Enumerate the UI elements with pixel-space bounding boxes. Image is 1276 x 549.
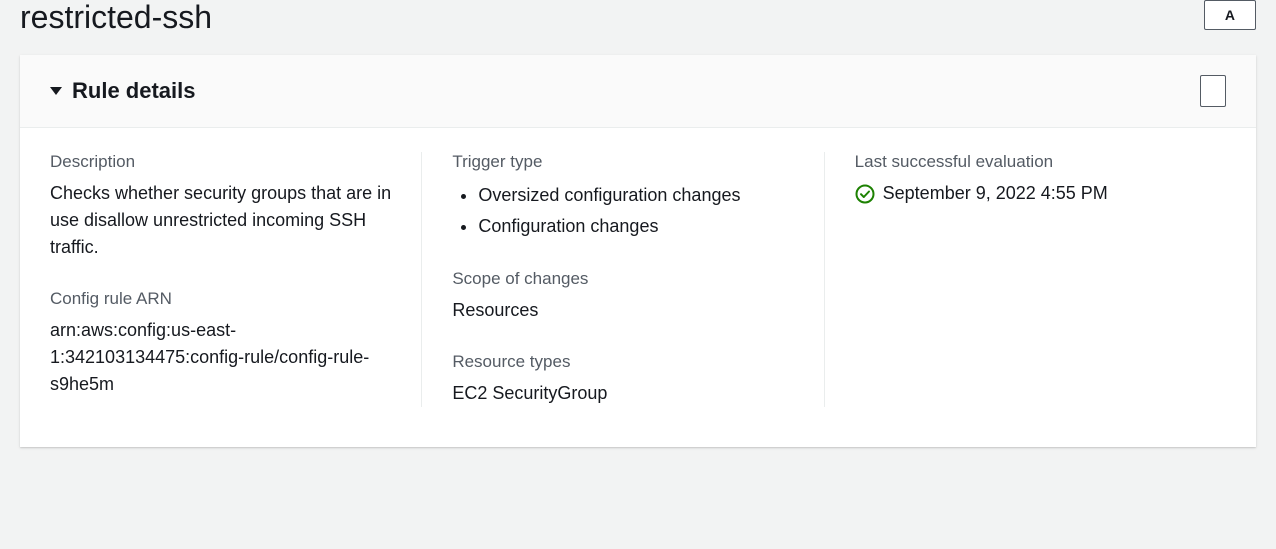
list-item: Configuration changes xyxy=(478,211,793,242)
arn-label: Config rule ARN xyxy=(50,289,391,309)
column-right: Last successful evaluation September 9, … xyxy=(825,152,1226,407)
last-eval-value: September 9, 2022 4:55 PM xyxy=(883,180,1108,207)
success-check-icon xyxy=(855,184,875,204)
last-eval-label: Last successful evaluation xyxy=(855,152,1196,172)
panel-header: Rule details xyxy=(20,55,1256,128)
column-middle: Trigger type Oversized configuration cha… xyxy=(422,152,824,407)
resource-types-value: EC2 SecurityGroup xyxy=(452,380,793,407)
trigger-type-label: Trigger type xyxy=(452,152,793,172)
description-label: Description xyxy=(50,152,391,172)
column-left: Description Checks whether security grou… xyxy=(50,152,422,407)
list-item: Oversized configuration changes xyxy=(478,180,793,211)
description-value: Checks whether security groups that are … xyxy=(50,180,391,261)
scope-label: Scope of changes xyxy=(452,269,793,289)
action-button[interactable]: A xyxy=(1204,0,1256,30)
panel-title: Rule details xyxy=(72,78,195,104)
page-title: restricted-ssh xyxy=(20,0,212,35)
collapse-caret-icon[interactable] xyxy=(50,87,62,95)
arn-value: arn:aws:config:us-east-1:342103134475:co… xyxy=(50,317,391,398)
scope-value: Resources xyxy=(452,297,793,324)
rule-details-panel: Rule details Description Checks whether … xyxy=(20,55,1256,447)
resource-types-label: Resource types xyxy=(452,352,793,372)
trigger-type-list: Oversized configuration changes Configur… xyxy=(452,180,793,241)
panel-action-button[interactable] xyxy=(1200,75,1226,107)
